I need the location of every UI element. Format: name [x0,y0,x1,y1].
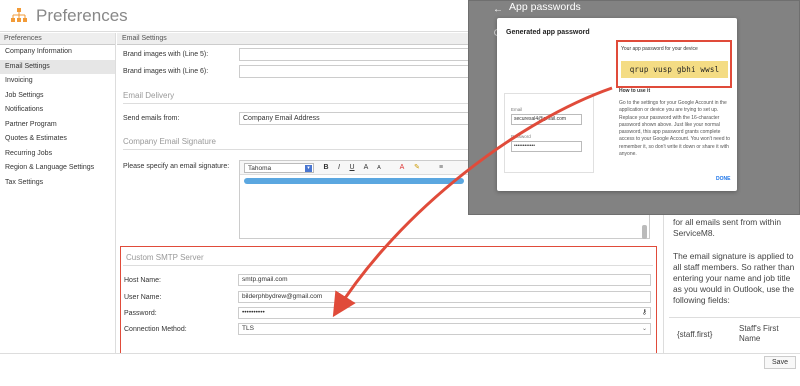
bold-button[interactable]: B [321,163,331,173]
sidebar-item-tax-settings[interactable]: Tax Settings [0,176,115,191]
sidebar-item-company-information[interactable]: Company Information [0,45,115,60]
underline-button[interactable]: U [347,163,357,173]
italic-button[interactable]: I [334,163,344,173]
divider [123,265,653,266]
sidebar-item-job-settings[interactable]: Job Settings [0,89,115,104]
send-from-label: Send emails from: [123,115,180,122]
font-select[interactable]: Tahoma ▾ [244,163,314,173]
chevron-down-icon: ▾ [305,165,312,172]
sidebar-item-quotes-estimates[interactable]: Quotes & Estimates [0,132,115,147]
help-text-b: The email signature is applied to all st… [673,251,795,305]
howto-body: Go to the settings for your Google Accou… [619,100,731,158]
chevron-down-icon: ⌄ [641,326,647,332]
connection-method-select[interactable]: TLS ⌄ [238,323,651,335]
signature-title: Company Email Signature [123,137,216,146]
highlight-icon[interactable]: ✎ [412,163,422,173]
org-chart-icon [11,8,27,22]
dialog-title: Generated app password [506,29,590,36]
save-button[interactable]: Save [764,356,796,369]
host-name-label: Host Name: [124,277,161,284]
smtp-section: Custom SMTP Server Host Name: smtp.gmail… [120,246,657,363]
password-input[interactable]: •••••••••• ⚷ [238,307,651,319]
password-value: •••••••••• [242,309,265,316]
mini-email-input: securesal4@gmail.com [511,114,582,125]
mini-email-label: Email [511,107,523,112]
device-illustration: Email securesal4@gmail.com Password ••••… [504,93,594,173]
overlay-title: App passwords [509,1,581,13]
howto-title: How to use it [619,88,651,94]
back-arrow-icon[interactable]: ← [493,4,503,15]
sidebar-item-recurring-jobs[interactable]: Recurring Jobs [0,147,115,162]
footer [0,353,800,386]
connection-method-label: Connection Method: [124,326,187,333]
user-name-input[interactable]: bilderphbydrew@gmail.com [238,291,651,303]
sidebar-header: Preferences [0,33,115,45]
generated-password-dialog: Generated app password Email securesal4@… [497,18,737,191]
app-password-label: Your app password for your device [621,46,698,52]
brand-line5-label: Brand images with (Line 5): [123,51,209,58]
sidebar-item-invoicing[interactable]: Invoicing [0,74,115,89]
password-label: Password: [124,310,157,317]
decrease-font-button[interactable]: A [374,163,384,173]
table-value: Staff's First Name [739,324,779,343]
help-text-a: for all emails sent from within ServiceM… [673,217,781,238]
done-button[interactable]: DONE [716,176,730,182]
align-icon[interactable]: ≡ [436,163,446,173]
page-title: Preferences [36,6,128,25]
host-name-input[interactable]: smtp.gmail.com [238,274,651,286]
sidebar-item-region-language[interactable]: Region & Language Settings [0,161,115,176]
sidebar-item-email-settings[interactable]: Email Settings [0,59,115,74]
fields-table: {staff.first} Staff's First Name [669,317,800,353]
sidebar-item-notifications[interactable]: Notifications [0,103,115,118]
sidebar-item-partner-program[interactable]: Partner Program [0,118,115,133]
smtp-title: Custom SMTP Server [126,253,204,262]
table-key: {staff.first} [677,330,713,339]
signature-content [244,178,464,184]
mini-password-input: •••••••••••• [511,141,582,152]
font-color-icon[interactable]: A [397,163,407,173]
increase-font-button[interactable]: A [361,163,371,173]
email-delivery-title: Email Delivery [123,91,175,100]
app-password-box: Your app password for your device qrup v… [616,40,732,88]
sidebar: Preferences Company Information Email Se… [0,33,116,353]
font-select-value: Tahoma [248,165,272,172]
brand-line6-label: Brand images with (Line 6): [123,68,209,75]
editor-scrollbar[interactable] [642,225,647,239]
signature-label: Please specify an email signature: [123,163,230,170]
key-icon[interactable]: ⚷ [642,308,647,318]
app-password-value[interactable]: qrup vusp gbhi wwsl [621,61,728,78]
user-name-label: User Name: [124,294,162,301]
connection-method-value: TLS [242,325,254,332]
mini-password-label: Password [511,134,531,139]
